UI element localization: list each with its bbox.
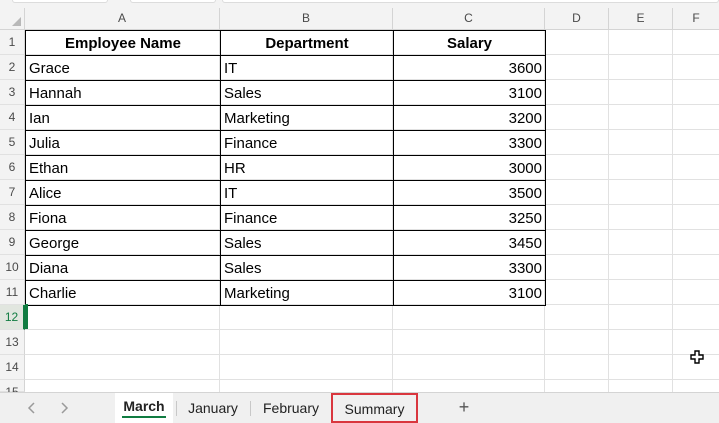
row-header-2[interactable]: 2 xyxy=(0,55,25,80)
row-header-14[interactable]: 14 xyxy=(0,355,25,380)
table-row: Julia Finance 3300 xyxy=(25,130,546,156)
row-header-10[interactable]: 10 xyxy=(0,255,25,280)
row-header-13[interactable]: 13 xyxy=(0,330,25,355)
cell-salary[interactable]: 3100 xyxy=(393,280,546,306)
cell-employee-name[interactable]: Fiona xyxy=(25,205,221,231)
row-header-8[interactable]: 8 xyxy=(0,205,25,230)
column-header-f[interactable]: F xyxy=(673,8,719,29)
row-header-3[interactable]: 3 xyxy=(0,80,25,105)
cell-department[interactable]: Finance xyxy=(220,205,394,231)
name-box[interactable] xyxy=(12,0,108,3)
move-cursor-icon xyxy=(690,350,704,364)
table-row: Ethan HR 3000 xyxy=(25,155,546,181)
header-employee-name[interactable]: Employee Name xyxy=(25,30,221,56)
table-row: Fiona Finance 3250 xyxy=(25,205,546,231)
sheet-tab-label: Summary xyxy=(344,401,405,417)
header-department[interactable]: Department xyxy=(220,30,394,56)
column-header-row: A B C D E F xyxy=(0,8,719,30)
gridline-vertical xyxy=(608,30,609,392)
cell-department[interactable]: Marketing xyxy=(220,280,394,306)
cell-employee-name[interactable]: Alice xyxy=(25,180,221,206)
table-row: Alice IT 3500 xyxy=(25,180,546,206)
cell-salary[interactable]: 3450 xyxy=(393,230,546,256)
cell-department[interactable]: IT xyxy=(220,55,394,81)
table-row: George Sales 3450 xyxy=(25,230,546,256)
cell-department[interactable]: IT xyxy=(220,180,394,206)
cell-salary[interactable]: 3250 xyxy=(393,205,546,231)
sheet-tab-march[interactable]: March xyxy=(115,393,173,423)
row-header-11[interactable]: 11 xyxy=(0,280,25,305)
cell-department[interactable]: HR xyxy=(220,155,394,181)
formula-input[interactable] xyxy=(222,0,719,3)
cell-employee-name[interactable]: Julia xyxy=(25,130,221,156)
row-header-4[interactable]: 4 xyxy=(0,105,25,130)
cell-department[interactable]: Sales xyxy=(220,230,394,256)
cell-salary[interactable]: 3600 xyxy=(393,55,546,81)
cell-department[interactable]: Finance xyxy=(220,130,394,156)
row-header-12[interactable]: 12 xyxy=(0,305,25,330)
table-row: Grace IT 3600 xyxy=(25,55,546,81)
cell-salary[interactable]: 3500 xyxy=(393,180,546,206)
add-sheet-button[interactable]: + xyxy=(455,398,473,416)
gridline-vertical xyxy=(672,30,673,392)
cell-department[interactable]: Sales xyxy=(220,80,394,106)
cell-employee-name[interactable]: Hannah xyxy=(25,80,221,106)
table-row: Ian Marketing 3200 xyxy=(25,105,546,131)
table-row: Hannah Sales 3100 xyxy=(25,80,546,106)
sheet-tab-label: January xyxy=(188,400,238,416)
sheet-tab-january[interactable]: January xyxy=(180,393,246,423)
select-all-corner[interactable] xyxy=(0,8,25,29)
column-header-e[interactable]: E xyxy=(609,8,673,29)
row-header-7[interactable]: 7 xyxy=(0,180,25,205)
cell-department[interactable]: Sales xyxy=(220,255,394,281)
row-header-1[interactable]: 1 xyxy=(0,30,25,55)
sheet-tab-label: March xyxy=(123,398,165,414)
gridline-horizontal xyxy=(25,379,719,380)
tab-separator xyxy=(176,401,177,416)
cell-department[interactable]: Marketing xyxy=(220,105,394,131)
cell-salary[interactable]: 3000 xyxy=(393,155,546,181)
cell-employee-name[interactable]: George xyxy=(25,230,221,256)
employee-table: Employee Name Department Salary Grace IT 3… xyxy=(25,30,546,306)
cell-salary[interactable]: 3300 xyxy=(393,130,546,156)
formula-bar-strip xyxy=(0,0,719,8)
column-header-a[interactable]: A xyxy=(25,8,220,29)
sheet-tab-bar: March January February Summary + xyxy=(0,392,719,423)
gridline-horizontal xyxy=(25,329,719,330)
function-box[interactable] xyxy=(130,0,216,3)
table-header-row: Employee Name Department Salary xyxy=(25,30,546,56)
cell-employee-name[interactable]: Grace xyxy=(25,55,221,81)
cell-employee-name[interactable]: Ethan xyxy=(25,155,221,181)
row-header-6[interactable]: 6 xyxy=(0,155,25,180)
sheet-tab-label: February xyxy=(262,400,320,416)
row-header-5[interactable]: 5 xyxy=(0,130,25,155)
column-header-b[interactable]: B xyxy=(220,8,393,29)
sheet-tab-summary[interactable]: Summary xyxy=(331,393,418,423)
cell-employee-name[interactable]: Diana xyxy=(25,255,221,281)
active-cell-indicator xyxy=(25,304,28,329)
row-header-9[interactable]: 9 xyxy=(0,230,25,255)
table-row: Diana Sales 3300 xyxy=(25,255,546,281)
active-tab-underline xyxy=(122,416,166,418)
column-header-c[interactable]: C xyxy=(393,8,545,29)
cell-salary[interactable]: 3300 xyxy=(393,255,546,281)
sheet-tab-february[interactable]: February xyxy=(254,393,328,423)
cell-employee-name[interactable]: Charlie xyxy=(25,280,221,306)
gridline-horizontal xyxy=(25,354,719,355)
cell-salary[interactable]: 3200 xyxy=(393,105,546,131)
tab-separator xyxy=(250,401,251,416)
table-row: Charlie Marketing 3100 xyxy=(25,280,546,306)
cell-employee-name[interactable]: Ian xyxy=(25,105,221,131)
column-header-d[interactable]: D xyxy=(545,8,609,29)
chevron-right-icon[interactable] xyxy=(55,399,73,417)
chevron-left-icon[interactable] xyxy=(23,399,41,417)
header-salary[interactable]: Salary xyxy=(393,30,546,56)
row-header-15[interactable]: 15 xyxy=(0,380,25,399)
cell-salary[interactable]: 3100 xyxy=(393,80,546,106)
